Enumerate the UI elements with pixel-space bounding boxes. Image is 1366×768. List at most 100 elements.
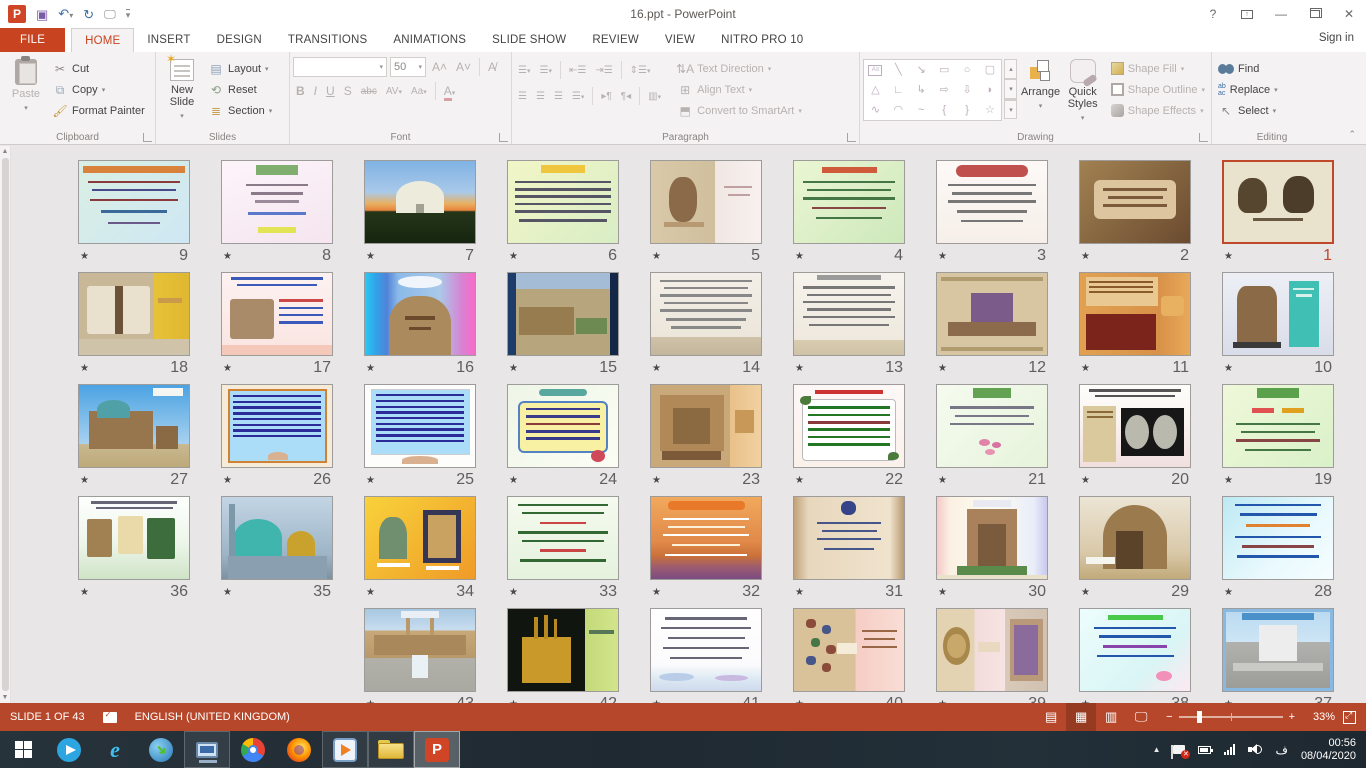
slide-thumbnail-23[interactable]: ★23 [650, 384, 762, 496]
help-icon[interactable]: ? [1196, 0, 1230, 28]
tab-view[interactable]: VIEW [652, 28, 708, 52]
network-signal-icon[interactable] [1224, 744, 1235, 755]
character-spacing-button[interactable]: AV▾ [383, 86, 405, 97]
slide-thumbnail-1[interactable]: ★1 [1222, 160, 1334, 272]
shape-icon[interactable]: ○ [964, 65, 971, 76]
tab-review[interactable]: REVIEW [579, 28, 652, 52]
slide-thumbnail-19[interactable]: ★19 [1222, 384, 1334, 496]
volume-icon[interactable] [1248, 744, 1262, 755]
find-button[interactable]: Find [1215, 58, 1281, 79]
slide-thumbnail-36[interactable]: ★36 [78, 496, 190, 608]
tab-nitro-pro-10[interactable]: NITRO PRO 10 [708, 28, 816, 52]
shape-icon[interactable]: ☆ [985, 105, 995, 116]
fit-to-window-icon[interactable] [1343, 711, 1356, 724]
reading-view-icon[interactable]: ▥ [1096, 703, 1126, 731]
start-taskbar-icon[interactable] [0, 731, 46, 768]
close-icon[interactable]: ✕ [1332, 0, 1366, 28]
slide-thumbnail-3[interactable]: ★3 [936, 160, 1048, 272]
format-painter-button[interactable]: 🖌Format Painter [49, 100, 148, 121]
shape-icon[interactable]: ⇩ [962, 85, 971, 96]
decrease-font-size-icon[interactable]: A˅ [453, 60, 474, 74]
ribbon-display-options-icon[interactable]: ↑ [1230, 0, 1264, 28]
powerpoint-taskbar-icon[interactable]: P [414, 731, 460, 768]
undo-button[interactable]: ↶▾ [58, 5, 73, 23]
slide-thumbnail-18[interactable]: ★18 [78, 272, 190, 384]
shadow-button[interactable]: S [341, 84, 355, 98]
scroll-up-icon[interactable]: ▲ [2, 148, 9, 155]
ltr-direction-icon[interactable]: ▸¶ [598, 91, 614, 102]
battery-icon[interactable] [1198, 746, 1211, 754]
shapes-gallery-scroll[interactable]: ▴▾▾ [1004, 59, 1017, 119]
slide-thumbnail-12[interactable]: ★12 [936, 272, 1048, 384]
vertical-scrollbar[interactable]: ▲ ▼ [0, 146, 11, 703]
slide-thumbnail-37[interactable]: ★37 [1222, 608, 1334, 703]
slide-thumbnail-14[interactable]: ★14 [650, 272, 762, 384]
rtl-direction-icon[interactable]: ¶◂ [618, 91, 634, 102]
quick-styles-button[interactable]: Quick Styles▾ [1062, 55, 1104, 125]
slide-thumbnail-43[interactable]: ★43 [364, 608, 476, 703]
powerpoint-logo-icon[interactable]: P [8, 5, 26, 23]
italic-button[interactable]: I [311, 84, 320, 98]
scrollbar-thumb[interactable] [2, 158, 9, 691]
collapse-ribbon-icon[interactable]: ⌃ [1348, 129, 1356, 140]
paragraph-dialog-launcher[interactable] [847, 133, 856, 142]
justify-icon[interactable]: ☰▾ [569, 91, 587, 102]
slide-thumbnail-33[interactable]: ★33 [507, 496, 619, 608]
taskbar-clock[interactable]: 00:56 08/04/2020 [1301, 737, 1356, 763]
shape-icon[interactable]: ∟ [893, 85, 904, 96]
slide-thumbnail-4[interactable]: ★4 [793, 160, 905, 272]
slide-thumbnail-32[interactable]: ★32 [650, 496, 762, 608]
shape-icon[interactable]: ↘ [917, 65, 926, 76]
remote-viewer-taskbar-icon[interactable] [184, 731, 230, 768]
strikethrough-button[interactable]: abc [358, 86, 380, 97]
slide-thumbnail-27[interactable]: ★27 [78, 384, 190, 496]
slide-thumbnail-8[interactable]: ★8 [221, 160, 333, 272]
media-player-taskbar-icon[interactable] [322, 731, 368, 768]
slide-thumbnail-5[interactable]: ★5 [650, 160, 762, 272]
slide-thumbnail-15[interactable]: ★15 [507, 272, 619, 384]
slide-thumbnail-35[interactable]: ★35 [221, 496, 333, 608]
shape-effects-button[interactable]: Shape Effects▾ [1108, 100, 1208, 121]
spellcheck-icon[interactable] [103, 712, 117, 723]
slide-thumbnail-34[interactable]: ★34 [364, 496, 476, 608]
slide-thumbnail-25[interactable]: ★25 [364, 384, 476, 496]
shape-icon[interactable]: ▭ [939, 65, 949, 76]
slide-thumbnail-26[interactable]: ★26 [221, 384, 333, 496]
tab-home[interactable]: HOME [71, 28, 134, 52]
slide-thumbnail-16[interactable]: ★16 [364, 272, 476, 384]
slide-thumbnail-31[interactable]: ★31 [793, 496, 905, 608]
shape-icon[interactable]: ∿ [871, 105, 880, 116]
slide-thumbnail-22[interactable]: ★22 [793, 384, 905, 496]
firefox-taskbar-icon[interactable] [276, 731, 322, 768]
line-spacing-icon[interactable]: ⇕☰▾ [627, 65, 654, 76]
sign-in-link[interactable]: Sign in [1319, 32, 1354, 44]
section-button[interactable]: ≣Section▾ [205, 100, 275, 121]
minimize-icon[interactable]: — [1264, 0, 1298, 28]
drawing-dialog-launcher[interactable] [1199, 133, 1208, 142]
shape-icon[interactable]: ~ [918, 105, 924, 116]
slide-sorter-view-icon[interactable]: ▦ [1066, 703, 1096, 731]
language-indicator[interactable]: ENGLISH (UNITED KINGDOM) [135, 711, 290, 723]
restore-icon[interactable] [1298, 0, 1332, 28]
slide-thumbnail-9[interactable]: ★9 [78, 160, 190, 272]
tab-insert[interactable]: INSERT [134, 28, 203, 52]
tab-slide-show[interactable]: SLIDE SHOW [479, 28, 579, 52]
redo-icon[interactable]: ↻ [83, 8, 94, 21]
zoom-percentage[interactable]: 33% [1305, 711, 1335, 723]
chrome-taskbar-icon[interactable] [230, 731, 276, 768]
cut-button[interactable]: ✂Cut [49, 58, 148, 79]
hidden-icons-icon[interactable]: ▲ [1153, 745, 1161, 754]
internet-explorer-taskbar-icon[interactable]: e [92, 731, 138, 768]
increase-indent-icon[interactable]: ⇥☰ [592, 65, 615, 76]
columns-icon[interactable]: ▥▾ [645, 91, 664, 102]
slide-thumbnail-29[interactable]: ★29 [1079, 496, 1191, 608]
shape-icon[interactable]: ⇨ [940, 85, 949, 96]
slideshow-view-icon[interactable]: 🖵 [1126, 703, 1156, 731]
shape-textbox-icon[interactable]: A≡ [868, 65, 882, 76]
clear-formatting-icon[interactable]: A̸ [485, 60, 499, 74]
replace-button[interactable]: abacReplace▾ [1215, 79, 1281, 100]
shape-icon[interactable]: ↳ [917, 85, 926, 96]
bold-button[interactable]: B [293, 84, 308, 98]
slide-thumbnail-7[interactable]: ★7 [364, 160, 476, 272]
slide-thumbnail-20[interactable]: ★20 [1079, 384, 1191, 496]
